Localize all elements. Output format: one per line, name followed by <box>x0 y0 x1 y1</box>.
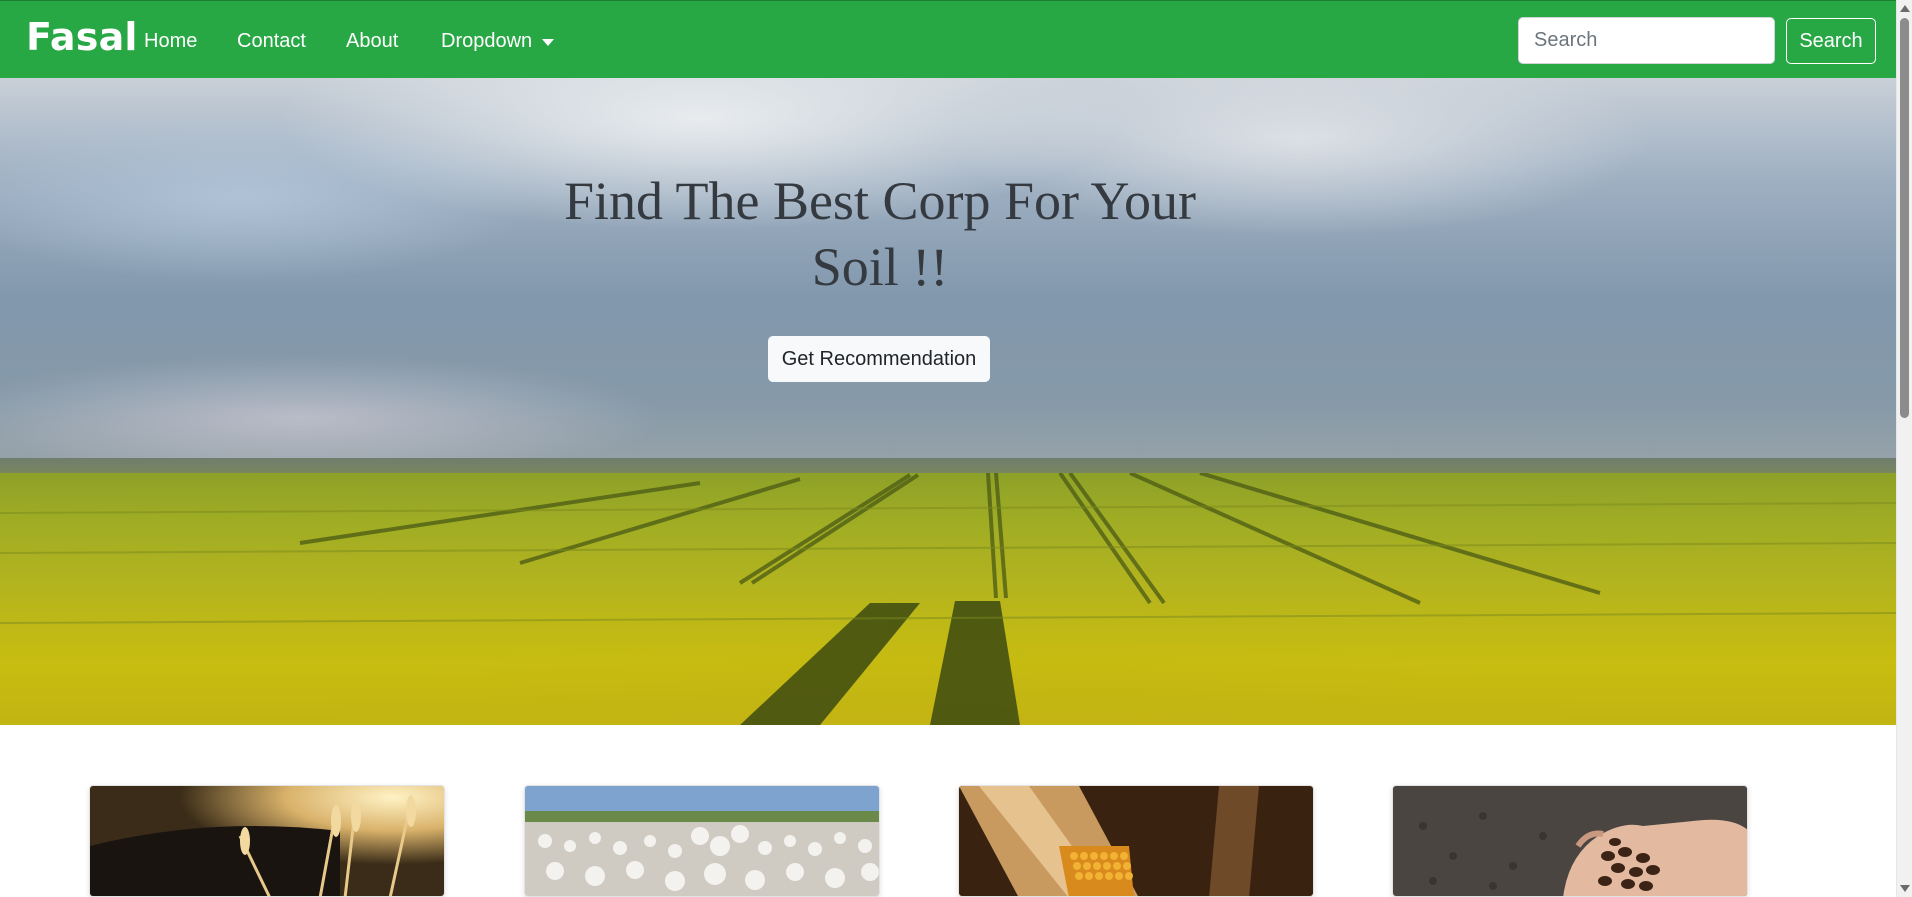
nav-link-home[interactable]: Home <box>144 28 197 54</box>
scrollbar-thumb[interactable] <box>1900 18 1909 418</box>
nav-dropdown-toggle[interactable]: Dropdown <box>441 28 555 54</box>
brand-logo[interactable]: Fasal <box>26 15 138 59</box>
crop-card-wheat[interactable] <box>89 785 445 897</box>
navbar: Fasal Home Contact About Dropdown Search <box>0 0 1896 78</box>
cotton-image <box>525 786 879 896</box>
caret-down-icon <box>542 38 555 46</box>
coffee-beans-image <box>1393 786 1747 896</box>
search-button[interactable]: Search <box>1786 18 1876 64</box>
nav-link-about[interactable]: About <box>346 28 398 54</box>
vertical-scrollbar[interactable] <box>1896 0 1912 897</box>
nav-dropdown-label: Dropdown <box>441 30 533 52</box>
get-recommendation-button[interactable]: Get Recommendation <box>768 336 990 382</box>
search-input[interactable] <box>1518 17 1775 64</box>
scroll-down-icon[interactable] <box>1900 885 1910 892</box>
hero-banner: Find The Best Corp For Your Soil !! Get … <box>0 78 1896 725</box>
crop-card-cotton[interactable] <box>524 785 880 897</box>
hero-title: Find The Best Corp For Your Soil !! <box>563 171 1197 297</box>
wheat-image <box>90 786 444 896</box>
nav-link-contact[interactable]: Contact <box>237 28 306 54</box>
crop-card-corn[interactable] <box>958 785 1314 897</box>
crop-card-coffee[interactable] <box>1392 785 1748 897</box>
corn-image <box>959 786 1313 896</box>
field-tracks-illustration <box>0 473 1896 725</box>
page: Fasal Home Contact About Dropdown Search <box>0 0 1896 897</box>
scroll-up-icon[interactable] <box>1900 5 1910 12</box>
